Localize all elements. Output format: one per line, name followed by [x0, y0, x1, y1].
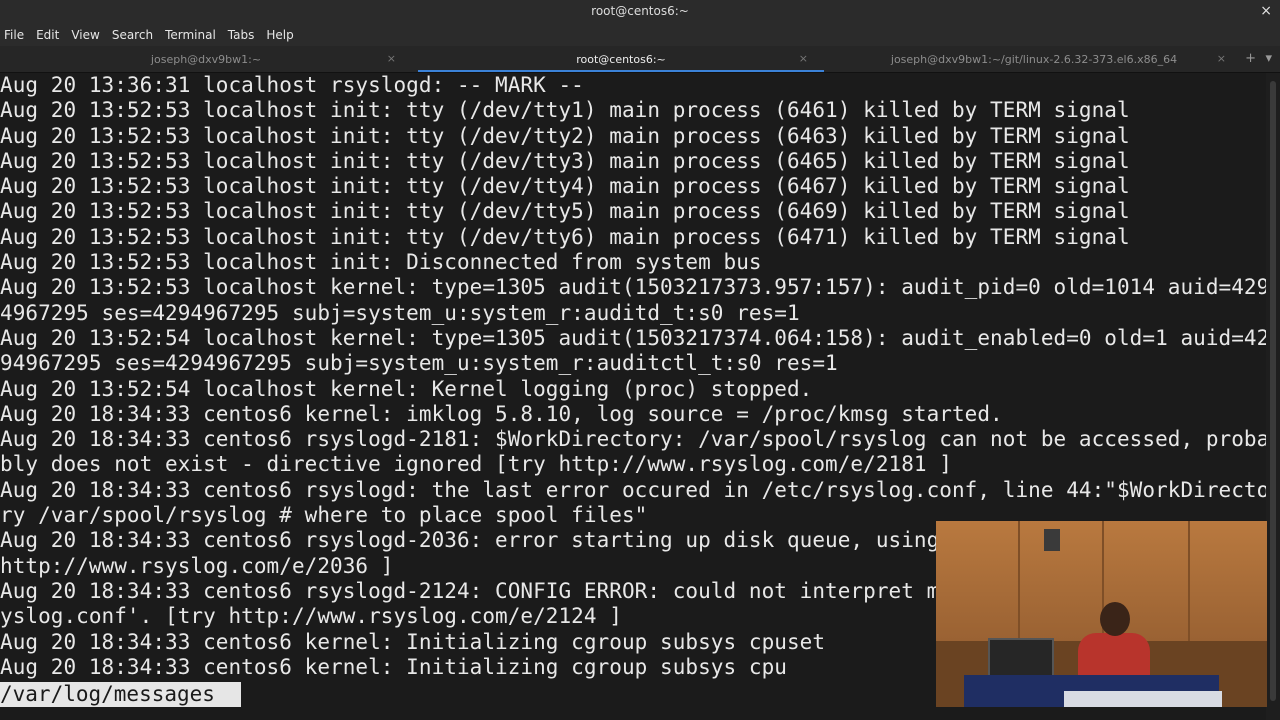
tab-root-centos6[interactable]: root@centos6:~ × [418, 46, 824, 72]
terminal-line: Aug 20 13:52:53 localhost init: tty (/de… [0, 199, 1130, 224]
terminal-line: Aug 20 18:34:33 centos6 rsyslogd-2181: $… [0, 427, 1266, 452]
terminal-line: Aug 20 13:52:53 localhost init: tty (/de… [0, 148, 1130, 173]
terminal-line: Aug 20 13:52:53 localhost init: tty (/de… [0, 224, 1130, 249]
terminal-line: bly does not exist - directive ignored [… [0, 452, 952, 477]
terminal-line: Aug 20 18:34:33 centos6 rsyslogd: the la… [0, 477, 1266, 502]
terminal-line: Aug 20 13:52:53 localhost init: Disconne… [0, 250, 762, 275]
menu-tabs[interactable]: Tabs [222, 28, 261, 42]
terminal-line: Aug 20 13:52:53 localhost init: tty (/de… [0, 174, 1130, 199]
menu-search[interactable]: Search [106, 28, 159, 42]
menu-file[interactable]: File [0, 28, 30, 42]
menubar: File Edit View Search Terminal Tabs Help [0, 24, 1280, 46]
speaker-video [936, 521, 1267, 707]
pager-status: /var/log/messages [0, 682, 241, 707]
chevron-down-icon[interactable]: ▾ [1265, 51, 1272, 66]
tab-joseph-home[interactable]: joseph@dxv9bw1:~ × [0, 46, 412, 72]
scrollbar[interactable] [1266, 73, 1280, 720]
plus-icon[interactable]: + [1245, 51, 1256, 66]
close-icon[interactable]: × [1260, 3, 1272, 19]
terminal-line: Aug 20 13:52:53 localhost init: tty (/de… [0, 98, 1130, 123]
terminal-line: Aug 20 13:52:53 localhost init: tty (/de… [0, 123, 1130, 148]
terminal-line: 4967295 ses=4294967295 subj=system_u:sys… [0, 300, 800, 325]
video-wall-panel [1188, 521, 1190, 641]
terminal-line: 94967295 ses=4294967295 subj=system_u:sy… [0, 351, 838, 376]
terminal-line: Aug 20 13:52:54 localhost kernel: Kernel… [0, 376, 813, 401]
video-presenter-head [1100, 602, 1130, 636]
menu-help[interactable]: Help [260, 28, 299, 42]
menu-terminal[interactable]: Terminal [159, 28, 222, 42]
menu-view[interactable]: View [65, 28, 105, 42]
terminal-line: Aug 20 13:52:54 localhost kernel: type=1… [0, 325, 1266, 350]
scrollbar-thumb[interactable] [1270, 81, 1276, 701]
tab-label: joseph@dxv9bw1:~/git/linux-2.6.32-373.el… [890, 52, 1178, 66]
terminal-line: Aug 20 13:52:53 localhost kernel: type=1… [0, 275, 1266, 300]
tab-label: root@centos6:~ [576, 52, 666, 66]
tab-close-icon[interactable]: × [387, 52, 396, 65]
tab-close-icon[interactable]: × [1217, 52, 1226, 65]
window-titlebar: root@centos6:~ × [0, 0, 1280, 24]
terminal-line: Aug 20 13:36:31 localhost rsyslogd: -- M… [0, 73, 584, 97]
video-speaker-box [1044, 529, 1060, 551]
tab-bar: joseph@dxv9bw1:~ × root@centos6:~ × jose… [0, 46, 1280, 73]
tab-label: joseph@dxv9bw1:~ [150, 52, 262, 66]
tab-close-icon[interactable]: × [799, 52, 808, 65]
terminal-line: Aug 20 18:34:33 centos6 kernel: imklog 5… [0, 401, 1003, 426]
window-title: root@centos6:~ [591, 4, 689, 18]
video-podium-sign [1064, 691, 1222, 707]
tab-joseph-git-linux[interactable]: joseph@dxv9bw1:~/git/linux-2.6.32-373.el… [826, 46, 1242, 72]
menu-edit[interactable]: Edit [30, 28, 65, 42]
video-wall-panel [1018, 521, 1020, 641]
